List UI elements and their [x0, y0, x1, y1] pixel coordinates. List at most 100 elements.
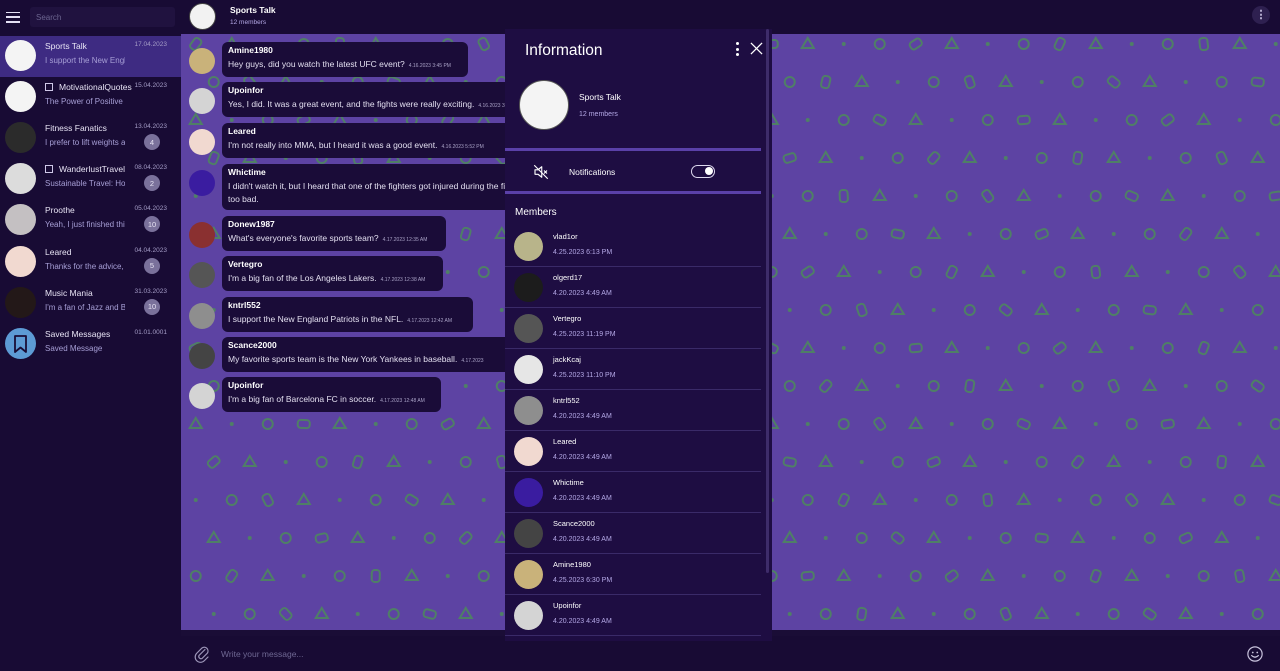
pattern-doodle [1267, 264, 1280, 277]
member-avatar [514, 519, 543, 548]
message-author[interactable]: Upoinfor [228, 380, 435, 390]
pattern-doodle [1093, 422, 1098, 426]
pattern-doodle [856, 606, 868, 622]
message-avatar[interactable] [189, 303, 215, 329]
emoji-icon[interactable] [1246, 645, 1264, 663]
message-time: 4.17.2023 [461, 358, 484, 364]
chat-list-item[interactable]: Fitness Fanatics 13.04.2023 I prefer to … [0, 118, 181, 159]
message-bubble[interactable]: Leared I'm not really into MMA, but I he… [222, 123, 540, 158]
member-item[interactable]: Upoinfor 4.20.2023 4:49 AM [505, 595, 761, 636]
hamburger-menu-icon[interactable] [6, 11, 20, 23]
message-avatar[interactable] [189, 222, 215, 248]
speaker-muted-icon [533, 164, 549, 180]
pattern-doodle [1215, 76, 1228, 88]
pattern-doodle [981, 418, 994, 430]
message-author[interactable]: Leared [228, 126, 534, 136]
pattern-doodle [895, 384, 900, 388]
message-avatar[interactable] [189, 129, 215, 155]
message-bubble[interactable]: Upoinfor I'm a big fan of Barcelona FC i… [222, 377, 441, 412]
pattern-doodle [782, 152, 797, 164]
chat-list-item[interactable]: WanderlustTravel 08.04.2023 Sustainable … [0, 159, 181, 200]
group-avatar[interactable] [189, 3, 216, 30]
message-avatar[interactable] [189, 88, 215, 114]
message-author[interactable]: Upoinfor [228, 85, 542, 95]
message-bubble[interactable]: Whictime I didn't watch it, but I heard … [222, 164, 548, 210]
message-author[interactable]: Scance2000 [228, 340, 542, 350]
member-item[interactable]: jackKcaj 4.25.2023 11:10 PM [505, 349, 761, 390]
message-author[interactable]: Donew1987 [228, 219, 440, 229]
pattern-doodle [889, 302, 906, 315]
pattern-doodle [823, 536, 828, 540]
pattern-doodle [296, 418, 311, 430]
member-item[interactable]: Scance2000 4.20.2023 4:49 AM [505, 513, 761, 554]
search-input[interactable] [30, 7, 175, 27]
pattern-doodle [1250, 76, 1265, 88]
pattern-doodle [1255, 536, 1260, 540]
message-avatar[interactable] [189, 343, 215, 369]
message-avatar[interactable] [189, 383, 215, 409]
message-author[interactable]: Amine1980 [228, 45, 462, 55]
more-options-icon[interactable]: ⋮ [1252, 6, 1270, 24]
chat-list-item[interactable]: Leared 04.04.2023 Thanks for the advice,… [0, 242, 181, 283]
notifications-toggle[interactable] [691, 165, 715, 178]
message-author[interactable]: kntrl552 [228, 300, 467, 310]
chat-date: 13.04.2023 [134, 123, 167, 131]
pattern-doodle [1089, 494, 1102, 506]
pattern-doodle [1015, 188, 1032, 201]
unread-badge: 10 [144, 216, 160, 233]
message-bubble[interactable]: kntrl552 I support the New England Patri… [222, 297, 473, 332]
pattern-doodle [1087, 36, 1104, 49]
member-count: 12 members [230, 19, 267, 26]
pattern-doodle [206, 455, 221, 469]
pattern-doodle [499, 308, 504, 312]
info-more-options-icon[interactable] [733, 40, 741, 58]
member-item[interactable]: Whictime 4.20.2023 4:49 AM [505, 472, 761, 513]
message-avatar[interactable] [189, 262, 215, 288]
pattern-doodle [1071, 455, 1085, 469]
pattern-doodle [405, 418, 418, 430]
member-item[interactable]: olgerd17 4.20.2023 4:49 AM [505, 267, 761, 308]
message-avatar[interactable] [189, 170, 215, 196]
paperclip-icon[interactable] [193, 645, 211, 663]
pattern-doodle [1273, 42, 1278, 46]
pattern-doodle [1107, 378, 1120, 394]
member-item[interactable]: Vertegro 4.25.2023 11:19 PM [505, 308, 761, 349]
member-item[interactable]: Amine1980 4.25.2023 6:30 PM [505, 554, 761, 595]
message-author[interactable]: Whictime [228, 167, 542, 177]
close-icon[interactable] [750, 42, 763, 55]
chat-avatar [5, 286, 36, 318]
group-name: Sports Talk [579, 92, 621, 102]
message-bubble[interactable]: Upoinfor Yes, I did. It was a great even… [222, 82, 548, 117]
info-scrollbar[interactable] [766, 29, 769, 573]
message-avatar[interactable] [189, 48, 215, 74]
member-item[interactable]: Leared 4.20.2023 4:49 AM [505, 431, 761, 472]
pattern-doodle [1160, 418, 1175, 430]
chat-title[interactable]: Sports Talk [230, 5, 276, 15]
chat-list-item[interactable]: Music Mania 31.03.2023 I'm a fan of Jazz… [0, 283, 181, 324]
pattern-doodle [241, 454, 258, 467]
pattern-doodle [1021, 574, 1026, 578]
pattern-doodle [787, 612, 792, 616]
pattern-doodle [997, 378, 1014, 391]
pattern-doodle [1107, 608, 1120, 620]
message-bubble[interactable]: Donew1987 What's everyone's favorite spo… [222, 216, 446, 251]
pattern-doodle [427, 460, 432, 464]
message-author[interactable]: Vertegro [228, 259, 437, 269]
pattern-doodle [1072, 150, 1084, 166]
member-item[interactable]: kntrl552 4.20.2023 4:49 AM [505, 390, 761, 431]
chat-list-item[interactable]: Proothe 05.04.2023 Yeah, I just finished… [0, 200, 181, 241]
message-bubble[interactable]: Amine1980 Hey guys, did you watch the la… [222, 42, 468, 77]
message-bubble[interactable]: Scance2000 My favorite sports team is th… [222, 337, 548, 372]
member-item[interactable]: vlad1or 4.25.2023 6:13 PM [505, 226, 761, 267]
chat-list-item[interactable]: MotivationalQuotes 15.04.2023 The Power … [0, 77, 181, 118]
pattern-doodle [1053, 36, 1066, 52]
message-input[interactable] [221, 644, 1221, 664]
chat-list-item[interactable]: Sports Talk 17.04.2023 I support the New… [0, 36, 181, 77]
pattern-doodle [337, 498, 342, 502]
message-bubble[interactable]: Vertegro I'm a big fan of the Los Angele… [222, 256, 443, 291]
pattern-doodle [1143, 228, 1156, 240]
pattern-doodle [931, 612, 936, 616]
pattern-doodle [477, 266, 490, 278]
pattern-doodle [913, 498, 918, 502]
chat-list-item[interactable]: Saved Messages 01.01.0001 Saved Message [0, 324, 181, 365]
